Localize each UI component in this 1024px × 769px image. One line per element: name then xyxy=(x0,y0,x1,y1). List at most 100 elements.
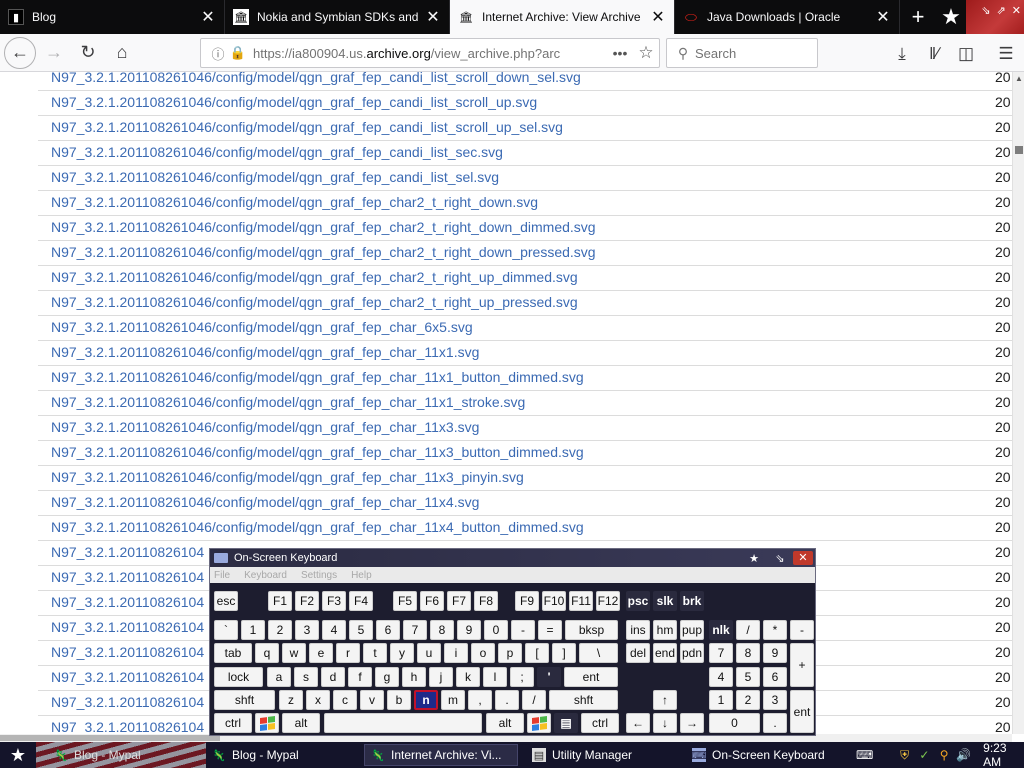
file-link[interactable]: N97_3.2.1.201108261046/config/model/qgn_… xyxy=(51,119,563,135)
key-/[interactable]: / xyxy=(522,690,546,710)
key-=[interactable]: = xyxy=(538,620,562,640)
back-button[interactable]: ← xyxy=(4,36,36,69)
forward-button[interactable]: → xyxy=(38,37,70,69)
key-3[interactable]: 3 xyxy=(763,690,787,710)
file-link[interactable]: N97_3.2.1.201108261046/config/model/qgn_… xyxy=(51,469,524,485)
close-icon[interactable]: ✕ xyxy=(793,551,813,565)
key-ent[interactable]: ent xyxy=(790,690,814,733)
key-h[interactable]: h xyxy=(402,667,426,687)
windows-key[interactable] xyxy=(255,713,279,733)
key-1[interactable]: 1 xyxy=(709,690,733,710)
key-→[interactable]: → xyxy=(680,713,704,733)
key-F6[interactable]: F6 xyxy=(420,591,444,611)
key-b[interactable]: b xyxy=(387,690,411,710)
file-link[interactable]: N97_3.2.1.201108261046/config/model/qgn_… xyxy=(51,219,596,235)
key-*[interactable]: * xyxy=(763,620,787,640)
key-0[interactable]: 0 xyxy=(709,713,760,733)
key-c[interactable]: c xyxy=(333,690,357,710)
key-j[interactable]: j xyxy=(429,667,453,687)
key-p[interactable]: p xyxy=(498,643,522,663)
key-6[interactable]: 6 xyxy=(376,620,400,640)
key-8[interactable]: 8 xyxy=(430,620,454,640)
scroll-thumb[interactable] xyxy=(0,735,220,741)
windows-key[interactable] xyxy=(527,713,551,733)
key-1[interactable]: 1 xyxy=(241,620,265,640)
key-2[interactable]: 2 xyxy=(268,620,292,640)
key-alt[interactable]: alt xyxy=(486,713,524,733)
key-shft[interactable]: shft xyxy=(549,690,618,710)
key-F8[interactable]: F8 xyxy=(474,591,498,611)
key-F11[interactable]: F11 xyxy=(569,591,593,611)
key-][interactable]: ] xyxy=(552,643,576,663)
key-F10[interactable]: F10 xyxy=(542,591,566,611)
maximize-icon[interactable]: ⇗ xyxy=(997,4,1006,17)
key--[interactable]: - xyxy=(790,620,814,640)
key-F12[interactable]: F12 xyxy=(596,591,620,611)
key-\[interactable]: \ xyxy=(579,643,618,663)
page-actions-icon[interactable]: ••• xyxy=(607,45,633,61)
home-button[interactable]: ⌂ xyxy=(106,37,138,69)
file-link[interactable]: N97_3.2.1.201108261046/config/model/qgn_… xyxy=(51,419,479,435)
key-ins[interactable]: ins xyxy=(626,620,650,640)
key-ctrl[interactable]: ctrl xyxy=(581,713,619,733)
key-ctrl[interactable]: ctrl xyxy=(214,713,252,733)
key-.[interactable]: . xyxy=(763,713,787,733)
key-v[interactable]: v xyxy=(360,690,384,710)
key-↓[interactable]: ↓ xyxy=(653,713,677,733)
sidebar-icon[interactable]: ◫ xyxy=(952,40,980,68)
menu-help[interactable]: Help xyxy=(351,570,372,581)
file-link[interactable]: N97_3.2.1.201108261046/config/model/qgn_… xyxy=(51,344,479,360)
bookmark-star-icon[interactable]: ☆ xyxy=(633,43,659,63)
key-end[interactable]: end xyxy=(653,643,677,663)
key-/[interactable]: / xyxy=(736,620,760,640)
download-icon[interactable]: ⤓ xyxy=(888,40,916,68)
file-link[interactable]: N97_3.2.1.201108261046/config/model/qgn_… xyxy=(51,369,584,385)
key-brk[interactable]: brk xyxy=(680,591,704,611)
url-text[interactable]: https://ia800904.us.archive.org/view_arc… xyxy=(253,46,607,61)
key-F3[interactable]: F3 xyxy=(322,591,346,611)
file-link[interactable]: N97_3.2.1.201108261046/config/model/qgn_… xyxy=(51,319,473,335)
key-i[interactable]: i xyxy=(444,643,468,663)
file-link[interactable]: N97_3.2.1.201108261046/config/model/qgn_… xyxy=(51,144,503,160)
key-2[interactable]: 2 xyxy=(736,690,760,710)
close-icon[interactable]: ✕ xyxy=(650,7,666,27)
key--[interactable]: - xyxy=(511,620,535,640)
key-z[interactable]: z xyxy=(279,690,303,710)
key-hm[interactable]: hm xyxy=(653,620,677,640)
network-icon[interactable]: ✓ xyxy=(916,748,933,762)
file-link[interactable]: N97_3.2.1.201108261046/config/model/qgn_… xyxy=(51,72,581,85)
key-F1[interactable]: F1 xyxy=(268,591,292,611)
key-slk[interactable]: slk xyxy=(653,591,677,611)
tab-nokia[interactable]: 🏛 Nokia and Symbian SDKs and Dev ✕ xyxy=(225,0,450,34)
file-link[interactable]: N97_3.2.1.201108261046/config/model/qgn_… xyxy=(51,169,499,185)
file-link[interactable]: N97_3.2.1.201108261046/config/model/qgn_… xyxy=(51,244,596,260)
key-r[interactable]: r xyxy=(336,643,360,663)
menu-settings[interactable]: Settings xyxy=(301,570,337,581)
osk-title-bar[interactable]: On-Screen Keyboard ★ ⇘ ✕ xyxy=(210,549,815,567)
file-link[interactable]: N97_3.2.1.20110826104 xyxy=(51,694,204,710)
shield-icon[interactable]: ⛨ xyxy=(896,748,913,763)
key-'[interactable]: ' xyxy=(537,667,561,687)
key-`[interactable]: ` xyxy=(214,620,238,640)
restore-icon[interactable]: ⇘ xyxy=(767,552,793,565)
file-link[interactable]: N97_3.2.1.201108261046/config/model/qgn_… xyxy=(51,444,584,460)
key-ent[interactable]: ent xyxy=(564,667,618,687)
key-.[interactable]: . xyxy=(495,690,519,710)
menu-keyboard[interactable]: Keyboard xyxy=(244,570,287,581)
key-del[interactable]: del xyxy=(626,643,650,663)
file-link[interactable]: N97_3.2.1.201108261046/config/model/qgn_… xyxy=(51,94,537,110)
key-5[interactable]: 5 xyxy=(736,667,760,687)
file-link[interactable]: N97_3.2.1.201108261046/config/model/qgn_… xyxy=(51,519,584,535)
key-s[interactable]: s xyxy=(294,667,318,687)
key-pdn[interactable]: pdn xyxy=(680,643,704,663)
vertical-scrollbar[interactable]: ▲ xyxy=(1012,72,1024,734)
scroll-thumb[interactable] xyxy=(1015,146,1023,154)
key-▤[interactable]: ▤ xyxy=(554,713,578,733)
key-e[interactable]: e xyxy=(309,643,333,663)
tab-java-downloads[interactable]: ⬭ Java Downloads | Oracle ✕ xyxy=(675,0,900,34)
scroll-up-icon[interactable]: ▲ xyxy=(1015,74,1023,83)
key-psc[interactable]: psc xyxy=(626,591,650,611)
library-icon[interactable]: ‖∕ xyxy=(920,40,948,68)
key-+[interactable]: + xyxy=(790,643,814,687)
file-link[interactable]: N97_3.2.1.20110826104 xyxy=(51,719,204,734)
